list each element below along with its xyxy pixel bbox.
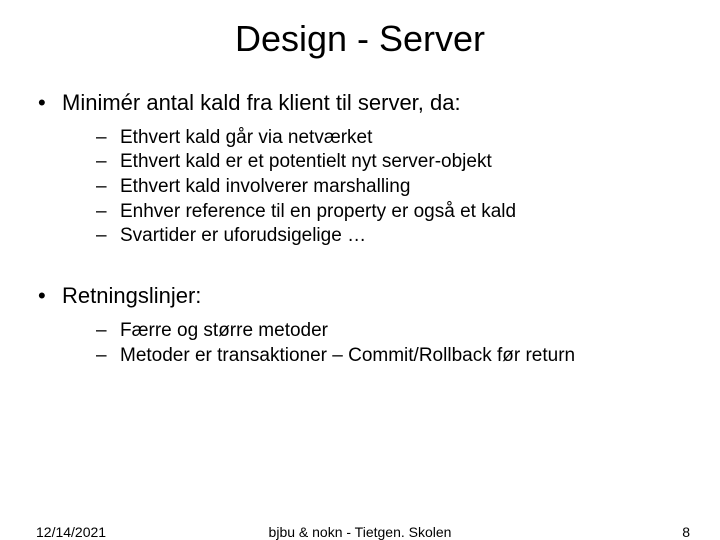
bullet-item: Minimér antal kald fra klient til server… [34,88,690,249]
sub-bullet-text: Færre og større metoder [120,320,328,341]
bullet-item: Retningslinjer: Færre og større metoder … [34,281,690,368]
slide-footer: bjbu & nokn - Tietgen. Skolen 12/14/2021… [0,524,720,540]
sub-bullet-text: Ethvert kald går via netværket [120,127,372,148]
sub-bullet-item: Ethvert kald involverer marshalling [94,175,690,200]
sub-bullet-item: Ethvert kald er et potentielt nyt server… [94,150,690,175]
slide-content: Minimér antal kald fra klient til server… [0,88,720,368]
sub-bullet-text: Ethvert kald er et potentielt nyt server… [120,151,492,172]
sub-bullet-item: Metoder er transaktioner – Commit/Rollba… [94,344,690,369]
sub-bullet-text: Ethvert kald involverer marshalling [120,176,410,197]
sub-bullet-text: Enhver reference til en property er også… [120,201,516,222]
sub-bullet-item: Svartider er uforudsigelige … [94,224,690,249]
footer-date: 12/14/2021 [36,524,106,540]
sub-bullet-text: Svartider er uforudsigelige … [120,225,366,246]
sub-bullet-item: Ethvert kald går via netværket [94,126,690,151]
sub-bullet-item: Enhver reference til en property er også… [94,200,690,225]
sub-bullet-text: Metoder er transaktioner – Commit/Rollba… [120,345,575,366]
bullet-list: Retningslinjer: Færre og større metoder … [34,281,690,368]
spacer [34,255,690,281]
sub-bullet-list: Ethvert kald går via netværket Ethvert k… [94,126,690,249]
sub-bullet-list: Færre og større metoder Metoder er trans… [94,319,690,368]
bullet-text: Retningslinjer: [62,283,201,308]
footer-center: bjbu & nokn - Tietgen. Skolen [0,524,720,540]
bullet-text: Minimér antal kald fra klient til server… [62,90,461,115]
footer-page-number: 8 [682,524,690,540]
sub-bullet-item: Færre og større metoder [94,319,690,344]
slide: Design - Server Minimér antal kald fra k… [0,18,720,540]
slide-title: Design - Server [0,18,720,60]
bullet-list: Minimér antal kald fra klient til server… [34,88,690,249]
